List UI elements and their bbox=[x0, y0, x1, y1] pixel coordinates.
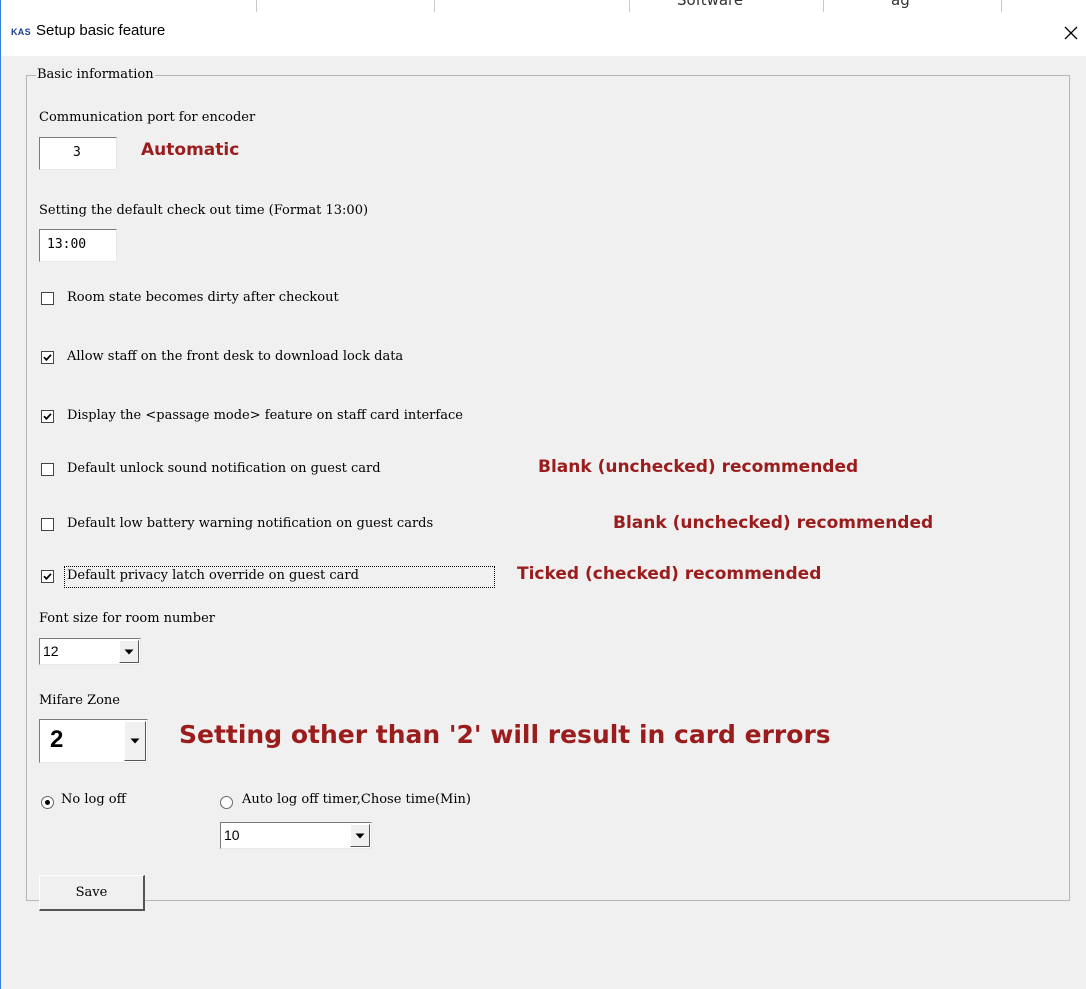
chevron-down-icon bbox=[124, 649, 134, 654]
checkout-time-field[interactable]: 13:00 bbox=[39, 229, 117, 262]
mifare-zone-dropdown-button[interactable] bbox=[124, 721, 146, 761]
title-bar: KAS Setup basic feature bbox=[1, 12, 1086, 56]
unlock-sound-label: Default unlock sound notification on gue… bbox=[67, 461, 381, 476]
checkout-time-label: Setting the default check out time (Form… bbox=[39, 203, 369, 218]
privacy-latch-override-checkbox[interactable] bbox=[41, 570, 54, 583]
checkmark-icon bbox=[43, 354, 52, 362]
unlock-sound-checkbox[interactable] bbox=[41, 463, 54, 476]
column-divider bbox=[256, 0, 257, 12]
passage-mode-checkbox[interactable] bbox=[41, 410, 54, 423]
chevron-down-icon bbox=[130, 738, 140, 744]
group-legend: Basic information bbox=[36, 67, 155, 82]
column-divider bbox=[1001, 0, 1002, 12]
encoder-port-field[interactable]: 3 bbox=[39, 137, 117, 170]
font-size-dropdown-button[interactable] bbox=[119, 640, 139, 663]
privacy-latch-override-label: Default privacy latch override on guest … bbox=[67, 568, 359, 583]
basic-information-group bbox=[26, 75, 1070, 901]
privacy-latch-override-annotation: Ticked (checked) recommended bbox=[517, 564, 822, 584]
column-divider bbox=[434, 0, 435, 12]
chevron-down-icon bbox=[355, 833, 365, 838]
checkout-time-value: 13:00 bbox=[47, 237, 87, 252]
staff-download-lock-data-label: Allow staff on the front desk to downloa… bbox=[67, 349, 404, 364]
checkmark-icon bbox=[43, 413, 52, 421]
save-button[interactable]: Save bbox=[39, 875, 145, 911]
font-size-value: 12 bbox=[43, 643, 59, 659]
mifare-zone-label: Mifare Zone bbox=[39, 693, 120, 708]
mifare-zone-value: 2 bbox=[50, 726, 64, 753]
no-logoff-radio[interactable] bbox=[41, 796, 54, 809]
low-battery-warning-annotation: Blank (unchecked) recommended bbox=[613, 513, 934, 533]
column-divider bbox=[823, 0, 824, 12]
encoder-port-value: 3 bbox=[73, 145, 81, 160]
dirty-after-checkout-checkbox[interactable] bbox=[41, 292, 54, 305]
encoder-port-label: Communication port for encoder bbox=[39, 110, 256, 125]
logoff-timer-value: 10 bbox=[224, 827, 240, 843]
app-logo-icon: KAS bbox=[11, 27, 31, 37]
auto-logoff-radio[interactable] bbox=[220, 796, 233, 809]
font-size-select[interactable]: 12 bbox=[39, 638, 141, 665]
dirty-after-checkout-label: Room state becomes dirty after checkout bbox=[67, 290, 339, 305]
column-divider bbox=[629, 0, 630, 12]
passage-mode-label: Display the <passage mode> feature on st… bbox=[67, 408, 463, 423]
window-title: Setup basic feature bbox=[36, 22, 166, 39]
checkmark-icon bbox=[43, 573, 52, 581]
background-text-fragment: ag bbox=[891, 0, 910, 9]
auto-logoff-label: Auto log off timer,Chose time(Min) bbox=[242, 792, 471, 807]
background-text-fragment: Software bbox=[677, 0, 744, 9]
logoff-timer-select[interactable]: 10 bbox=[220, 822, 372, 849]
staff-download-lock-data-checkbox[interactable] bbox=[41, 351, 54, 364]
encoder-port-annotation: Automatic bbox=[141, 140, 240, 160]
logoff-timer-dropdown-button[interactable] bbox=[350, 824, 370, 847]
radio-selected-dot bbox=[45, 800, 50, 805]
background-window-strip: Software ag bbox=[1, 0, 1086, 12]
mifare-zone-select[interactable]: 2 bbox=[39, 719, 148, 763]
mifare-zone-annotation: Setting other than '2' will result in ca… bbox=[179, 720, 831, 749]
setup-dialog: Software ag KAS Setup basic feature Basi… bbox=[0, 0, 1086, 989]
close-button[interactable] bbox=[1057, 16, 1086, 50]
low-battery-warning-label: Default low battery warning notification… bbox=[67, 516, 434, 531]
font-size-label: Font size for room number bbox=[39, 611, 215, 626]
close-icon bbox=[1064, 26, 1078, 40]
unlock-sound-annotation: Blank (unchecked) recommended bbox=[538, 457, 859, 477]
low-battery-warning-checkbox[interactable] bbox=[41, 518, 54, 531]
no-logoff-label: No log off bbox=[61, 792, 126, 807]
